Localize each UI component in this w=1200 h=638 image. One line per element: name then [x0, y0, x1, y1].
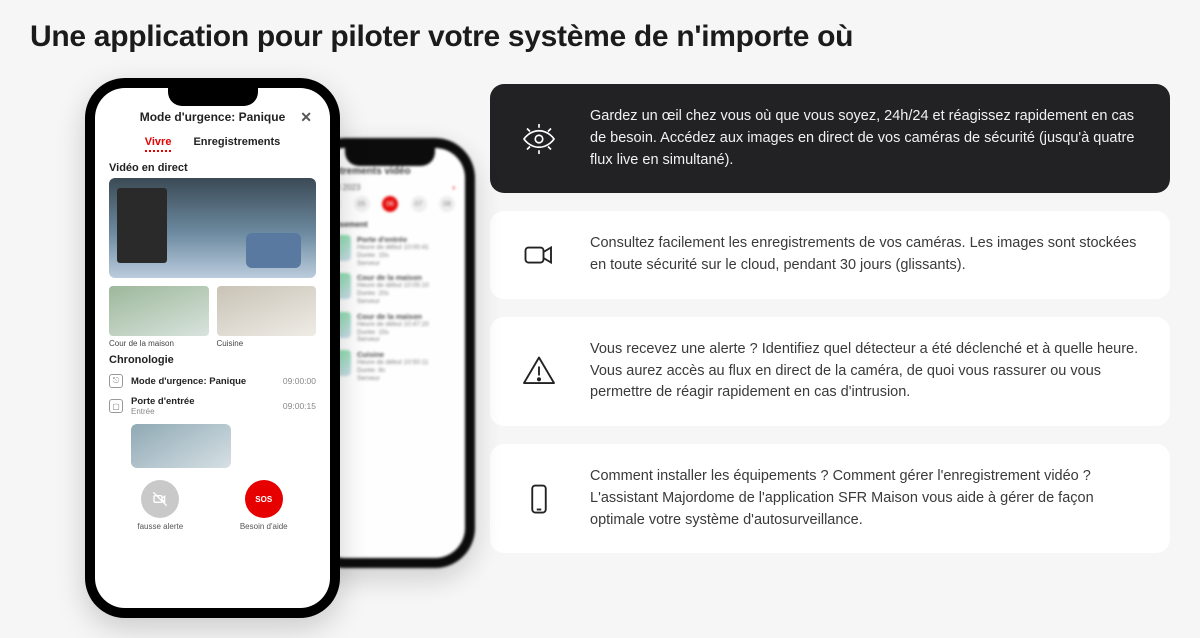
false-alert-button[interactable]: fausse alerte: [137, 480, 183, 531]
feature-card-phone: Comment installer les équipements ? Comm…: [490, 444, 1170, 553]
day-cell[interactable]: 05: [354, 196, 370, 212]
feature-list: Gardez un œil chez vous où que vous soye…: [490, 78, 1170, 638]
thumb-yard-label: Cour de la maison: [109, 339, 209, 348]
chevron-right-icon[interactable]: ›: [452, 183, 455, 192]
feature-card-alert: Vous recevez une alerte ? Identifiez que…: [490, 317, 1170, 426]
thumb-kitchen-label: Cuisine: [217, 339, 317, 348]
door-icon: ▢: [109, 399, 123, 413]
recording-item[interactable]: Cour de la maisonHeure de début 10:05:10…: [325, 273, 455, 305]
day-cell[interactable]: 07: [411, 196, 427, 212]
panic-icon: ⎋: [109, 374, 123, 388]
phone-front: Mode d'urgence: Panique ✕ Vivre Enregist…: [85, 78, 340, 618]
chrono-section-label: Chronologie: [109, 354, 316, 366]
feature-text: Consultez facilement les enregistrements…: [590, 233, 1144, 277]
page-title: Une application pour piloter votre systè…: [30, 20, 1170, 54]
group-label: housement: [325, 220, 455, 229]
feature-text: Comment installer les équipements ? Comm…: [590, 466, 1144, 531]
thumb-kitchen[interactable]: [217, 286, 317, 336]
day-cell[interactable]: 08: [439, 196, 455, 212]
day-cell[interactable]: 06: [382, 196, 398, 212]
emergency-title: Mode d'urgence: Panique: [140, 110, 286, 124]
phone-icon: [516, 481, 562, 517]
recording-item[interactable]: Cour de la maisonHeure de début 10:47:20…: [325, 312, 455, 344]
live-section-label: Vidéo en direct: [109, 162, 316, 174]
feature-text: Vous recevez une alerte ? Identifiez que…: [590, 339, 1144, 404]
feature-card-eye: Gardez un œil chez vous où que vous soye…: [490, 84, 1170, 193]
tab-recordings[interactable]: Enregistrements: [193, 136, 280, 152]
close-icon[interactable]: ✕: [300, 109, 312, 126]
alert-icon: [516, 353, 562, 389]
sos-icon: SOS: [245, 480, 283, 518]
recording-item[interactable]: Porte d'entréeHeure de début 10:00:41Dur…: [325, 235, 455, 267]
feature-card-camera: Consultez facilement les enregistrements…: [490, 211, 1170, 299]
recording-item[interactable]: CuisineHeure de début 10:50:11Durée: 8sS…: [325, 350, 455, 382]
chrono-item[interactable]: ▢ Porte d'entréeEntrée 09:00:15: [109, 392, 316, 420]
phones-mock: gistrements vidéo Avril 2023 › 040506070…: [30, 78, 460, 638]
tab-live[interactable]: Vivre: [145, 136, 172, 152]
chrono-preview[interactable]: [131, 424, 231, 468]
live-video-main[interactable]: [109, 178, 316, 278]
chrono-item[interactable]: ⎋ Mode d'urgence: Panique 09:00:00: [109, 370, 316, 392]
camera-icon: [516, 237, 562, 273]
camera-off-icon: [141, 480, 179, 518]
sos-button[interactable]: SOS Besoin d'aide: [240, 480, 288, 531]
thumb-yard[interactable]: [109, 286, 209, 336]
eye-icon: [516, 121, 562, 157]
back-title: gistrements vidéo: [325, 166, 455, 177]
feature-text: Gardez un œil chez vous où que vous soye…: [590, 106, 1144, 171]
